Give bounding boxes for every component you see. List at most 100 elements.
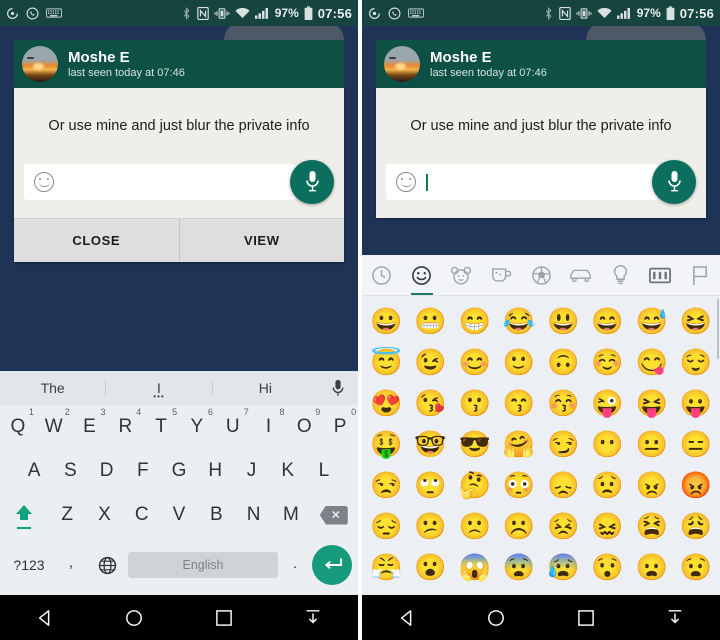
emoji-cell[interactable]: 🤗 bbox=[497, 423, 541, 464]
key-k[interactable]: K bbox=[270, 449, 306, 493]
home-circle-icon[interactable] bbox=[106, 595, 162, 640]
emoji-cell[interactable]: 😱 bbox=[453, 546, 497, 587]
close-button[interactable]: CLOSE bbox=[14, 219, 179, 262]
emoji-cell[interactable]: 😗 bbox=[453, 382, 497, 423]
emoji-tab-food[interactable] bbox=[481, 255, 521, 295]
backspace-key[interactable]: ✕ bbox=[310, 497, 358, 534]
emoji-tab-objects[interactable] bbox=[601, 255, 641, 295]
emoji-cell[interactable]: 😕 bbox=[408, 505, 452, 546]
key-q[interactable]: 1Q bbox=[0, 405, 36, 449]
emoji-tab-smileys[interactable] bbox=[402, 255, 442, 295]
shift-key[interactable] bbox=[0, 496, 48, 534]
emoji-cell[interactable]: 🙄 bbox=[408, 464, 452, 505]
emoji-cell[interactable]: 😧 bbox=[674, 546, 718, 587]
emoji-cell[interactable]: 🤑 bbox=[364, 423, 408, 464]
back-triangle-icon[interactable] bbox=[379, 595, 435, 640]
key-h[interactable]: H bbox=[197, 449, 233, 493]
emoji-cell[interactable]: 😒 bbox=[364, 464, 408, 505]
hide-keyboard-icon[interactable] bbox=[647, 595, 703, 640]
comma-key[interactable]: , bbox=[56, 554, 86, 577]
key-o[interactable]: 9O bbox=[286, 405, 322, 449]
suggestion-2[interactable]: Hi bbox=[213, 380, 318, 396]
emoji-cell[interactable]: 😚 bbox=[541, 382, 585, 423]
emoji-cell[interactable]: 😖 bbox=[585, 505, 629, 546]
key-w[interactable]: 2W bbox=[36, 405, 72, 449]
voice-record-button[interactable] bbox=[652, 160, 696, 204]
view-button[interactable]: VIEW bbox=[180, 219, 345, 262]
reply-input[interactable] bbox=[24, 164, 296, 200]
enter-key[interactable] bbox=[312, 545, 352, 585]
emoji-cell[interactable]: ☹️ bbox=[497, 505, 541, 546]
key-z[interactable]: Z bbox=[48, 493, 85, 537]
emoji-cell[interactable]: 😅 bbox=[630, 300, 674, 341]
hide-keyboard-icon[interactable] bbox=[285, 595, 341, 640]
emoji-scrollbar[interactable] bbox=[717, 299, 719, 359]
period-key[interactable]: . bbox=[282, 555, 308, 576]
emoji-cell[interactable]: 😆 bbox=[674, 300, 718, 341]
emoji-cell[interactable]: 😂 bbox=[497, 300, 541, 341]
emoji-tab-symbols[interactable] bbox=[640, 255, 680, 295]
language-switch-key[interactable] bbox=[90, 556, 124, 575]
key-i[interactable]: 8I bbox=[251, 405, 287, 449]
suggestion-1[interactable]: I bbox=[106, 380, 212, 401]
key-j[interactable]: J bbox=[233, 449, 269, 493]
emoji-cell[interactable]: 😍 bbox=[364, 382, 408, 423]
avatar[interactable] bbox=[384, 46, 420, 82]
key-c[interactable]: C bbox=[123, 493, 160, 537]
key-y[interactable]: 6Y bbox=[179, 405, 215, 449]
chat-header[interactable]: Moshe E last seen today at 07:46 bbox=[376, 40, 706, 88]
emoji-cell[interactable]: 😡 bbox=[674, 464, 718, 505]
emoji-tab-flags[interactable] bbox=[680, 255, 720, 295]
emoji-icon[interactable] bbox=[396, 172, 416, 192]
emoji-cell[interactable]: ☺️ bbox=[585, 341, 629, 382]
emoji-cell[interactable]: 😯 bbox=[585, 546, 629, 587]
key-l[interactable]: L bbox=[306, 449, 342, 493]
voice-record-button[interactable] bbox=[290, 160, 334, 204]
chat-header[interactable]: Moshe E last seen today at 07:46 bbox=[14, 40, 344, 88]
emoji-cell[interactable]: 😨 bbox=[497, 546, 541, 587]
emoji-tab-animals[interactable] bbox=[442, 255, 482, 295]
home-circle-icon[interactable] bbox=[468, 595, 524, 640]
suggestion-0[interactable]: The bbox=[0, 380, 105, 396]
emoji-cell[interactable]: 😜 bbox=[585, 382, 629, 423]
emoji-cell[interactable]: 😘 bbox=[408, 382, 452, 423]
emoji-cell[interactable]: 😦 bbox=[630, 546, 674, 587]
emoji-cell[interactable]: 😄 bbox=[585, 300, 629, 341]
emoji-cell[interactable]: 😇 bbox=[364, 341, 408, 382]
emoji-cell[interactable]: 😬 bbox=[408, 300, 452, 341]
emoji-cell[interactable]: 😫 bbox=[630, 505, 674, 546]
emoji-cell[interactable]: 😔 bbox=[364, 505, 408, 546]
key-v[interactable]: V bbox=[160, 493, 197, 537]
emoji-cell[interactable]: 😶 bbox=[585, 423, 629, 464]
voice-input-icon[interactable] bbox=[318, 379, 358, 398]
emoji-cell[interactable]: 😉 bbox=[408, 341, 452, 382]
emoji-cell[interactable]: 😑 bbox=[674, 423, 718, 464]
recents-square-icon[interactable] bbox=[558, 595, 614, 640]
emoji-cell[interactable]: 😤 bbox=[364, 546, 408, 587]
recents-square-icon[interactable] bbox=[196, 595, 252, 640]
emoji-cell[interactable]: 😝 bbox=[630, 382, 674, 423]
emoji-cell[interactable]: 😃 bbox=[541, 300, 585, 341]
emoji-cell[interactable]: 🙃 bbox=[541, 341, 585, 382]
key-m[interactable]: M bbox=[272, 493, 309, 537]
emoji-cell[interactable]: 😞 bbox=[541, 464, 585, 505]
emoji-cell[interactable]: 😁 bbox=[453, 300, 497, 341]
key-d[interactable]: D bbox=[88, 449, 124, 493]
key-u[interactable]: 7U bbox=[215, 405, 251, 449]
emoji-cell[interactable]: 😛 bbox=[674, 382, 718, 423]
key-x[interactable]: X bbox=[86, 493, 123, 537]
key-p[interactable]: 0P bbox=[322, 405, 358, 449]
key-n[interactable]: N bbox=[235, 493, 272, 537]
key-r[interactable]: 4R bbox=[107, 405, 143, 449]
emoji-cell[interactable]: 😮 bbox=[408, 546, 452, 587]
emoji-cell[interactable]: 😣 bbox=[541, 505, 585, 546]
emoji-cell[interactable]: 🤔 bbox=[453, 464, 497, 505]
emoji-cell[interactable]: 😠 bbox=[630, 464, 674, 505]
emoji-cell[interactable]: 😟 bbox=[585, 464, 629, 505]
emoji-tab-travel[interactable] bbox=[561, 255, 601, 295]
emoji-cell[interactable]: 🙁 bbox=[453, 505, 497, 546]
reply-input[interactable] bbox=[386, 164, 658, 200]
key-g[interactable]: G bbox=[161, 449, 197, 493]
emoji-cell[interactable]: 😏 bbox=[541, 423, 585, 464]
emoji-tab-sports[interactable] bbox=[521, 255, 561, 295]
